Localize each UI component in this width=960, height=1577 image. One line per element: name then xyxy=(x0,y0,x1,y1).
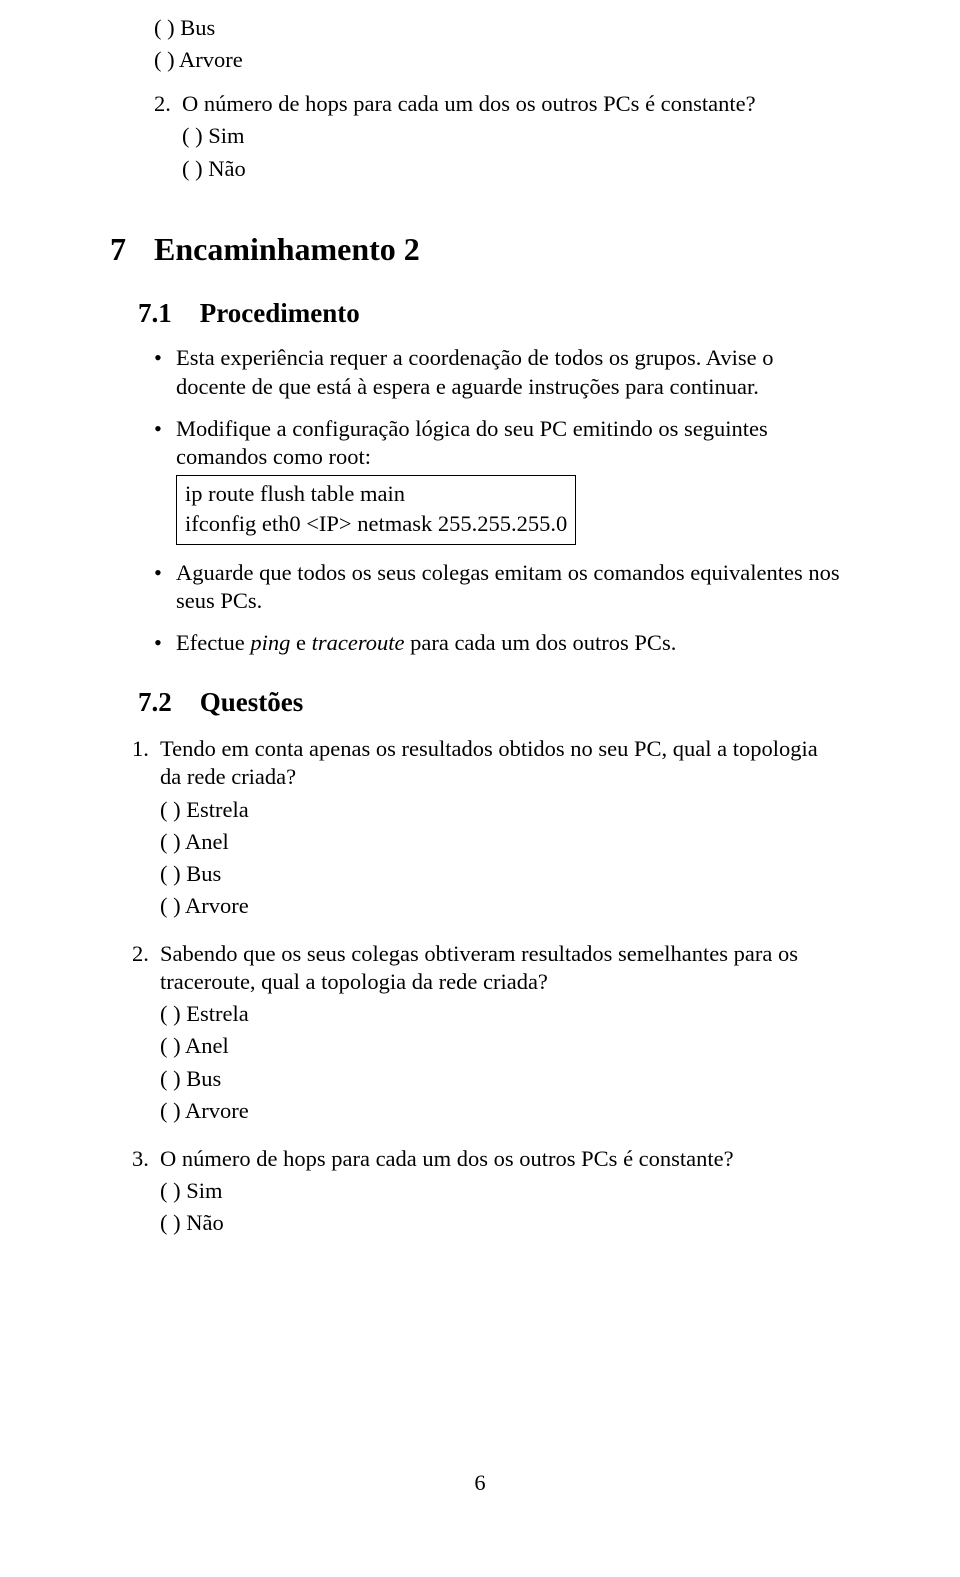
text-fragment: para cada um dos outros PCs. xyxy=(404,630,676,655)
question-2: 2. Sabendo que os seus colegas obtiveram… xyxy=(132,940,842,1129)
bullet-text: Esta experiência requer a coordenação de… xyxy=(176,344,842,400)
subsection-title: Questões xyxy=(200,687,304,717)
question-1: 1. Tendo em conta apenas os resultados o… xyxy=(132,735,842,924)
option-nao[interactable]: ( ) Não xyxy=(182,155,842,183)
section-7-heading: 7 Encaminhamento 2 xyxy=(110,229,842,269)
option-arvore[interactable]: ( ) Arvore xyxy=(154,46,842,74)
command-box: ip route flush table main ifconfig eth0 … xyxy=(176,475,576,545)
text-traceroute: traceroute xyxy=(312,630,405,655)
command-line: ip route flush table main xyxy=(185,480,567,508)
item-body: Sabendo que os seus colegas obtiveram re… xyxy=(160,940,842,1129)
command-line: ifconfig eth0 <IP> netmask 255.255.255.0 xyxy=(185,510,567,538)
bullet-icon: • xyxy=(154,559,176,615)
subsection-title: Procedimento xyxy=(200,298,360,328)
item-body: O número de hops para cada um dos os out… xyxy=(182,90,842,186)
subsection-7-1-heading: 7.1 Procedimento xyxy=(138,297,842,331)
page: ( ) Bus ( ) Arvore 2. O número de hops p… xyxy=(0,0,960,1577)
section-number: 7 xyxy=(110,229,126,269)
prev-question-options: ( ) Bus ( ) Arvore xyxy=(154,14,842,74)
option-bus[interactable]: ( ) Bus xyxy=(160,1065,842,1093)
question-text: O número de hops para cada um dos os out… xyxy=(182,90,842,118)
procedure-list: • Esta experiência requer a coordenação … xyxy=(154,344,842,657)
option-arvore[interactable]: ( ) Arvore xyxy=(160,892,842,920)
page-number: 6 xyxy=(0,1469,960,1497)
bullet-text: Efectue ping e traceroute para cada um d… xyxy=(176,629,842,657)
bullet-icon: • xyxy=(154,344,176,400)
bullet-text: Modifique a configuração lógica do seu P… xyxy=(176,415,842,471)
section-title: Encaminhamento 2 xyxy=(154,231,420,267)
subsection-7-2-heading: 7.2 Questões xyxy=(138,686,842,720)
prev-question-2: 2. O número de hops para cada um dos os … xyxy=(154,90,842,186)
list-item: • Esta experiência requer a coordenação … xyxy=(154,344,842,400)
option-estrela[interactable]: ( ) Estrela xyxy=(160,796,842,824)
option-arvore[interactable]: ( ) Arvore xyxy=(160,1097,842,1125)
option-anel[interactable]: ( ) Anel xyxy=(160,828,842,856)
bullet-body: Modifique a configuração lógica do seu P… xyxy=(176,415,842,546)
text-ping: ping xyxy=(250,630,290,655)
subsection-number: 7.2 xyxy=(138,686,172,720)
option-nao[interactable]: ( ) Não xyxy=(160,1209,842,1237)
list-item: • Modifique a configuração lógica do seu… xyxy=(154,415,842,546)
list-item: 2. O número de hops para cada um dos os … xyxy=(154,90,842,186)
option-estrela[interactable]: ( ) Estrela xyxy=(160,1000,842,1028)
subsection-number: 7.1 xyxy=(138,297,172,331)
questions-list: 1. Tendo em conta apenas os resultados o… xyxy=(132,735,842,1241)
option-bus[interactable]: ( ) Bus xyxy=(160,860,842,888)
text-fragment: Efectue xyxy=(176,630,250,655)
bullet-icon: • xyxy=(154,629,176,657)
option-anel[interactable]: ( ) Anel xyxy=(160,1032,842,1060)
bullet-text: Aguarde que todos os seus colegas emitam… xyxy=(176,559,842,615)
question-text: Sabendo que os seus colegas obtiveram re… xyxy=(160,940,842,996)
option-bus[interactable]: ( ) Bus xyxy=(154,14,842,42)
bullet-icon: • xyxy=(154,415,176,546)
option-sim[interactable]: ( ) Sim xyxy=(182,122,842,150)
item-number: 3. xyxy=(132,1145,160,1241)
item-number: 1. xyxy=(132,735,160,924)
question-3: 3. O número de hops para cada um dos os … xyxy=(132,1145,842,1241)
item-body: O número de hops para cada um dos os out… xyxy=(160,1145,842,1241)
option-sim[interactable]: ( ) Sim xyxy=(160,1177,842,1205)
list-item: • Aguarde que todos os seus colegas emit… xyxy=(154,559,842,615)
item-body: Tendo em conta apenas os resultados obti… xyxy=(160,735,842,924)
item-number: 2. xyxy=(132,940,160,1129)
list-item: • Efectue ping e traceroute para cada um… xyxy=(154,629,842,657)
text-fragment: e xyxy=(290,630,311,655)
item-number: 2. xyxy=(154,90,182,186)
question-text: Tendo em conta apenas os resultados obti… xyxy=(160,735,842,791)
question-text: O número de hops para cada um dos os out… xyxy=(160,1145,842,1173)
